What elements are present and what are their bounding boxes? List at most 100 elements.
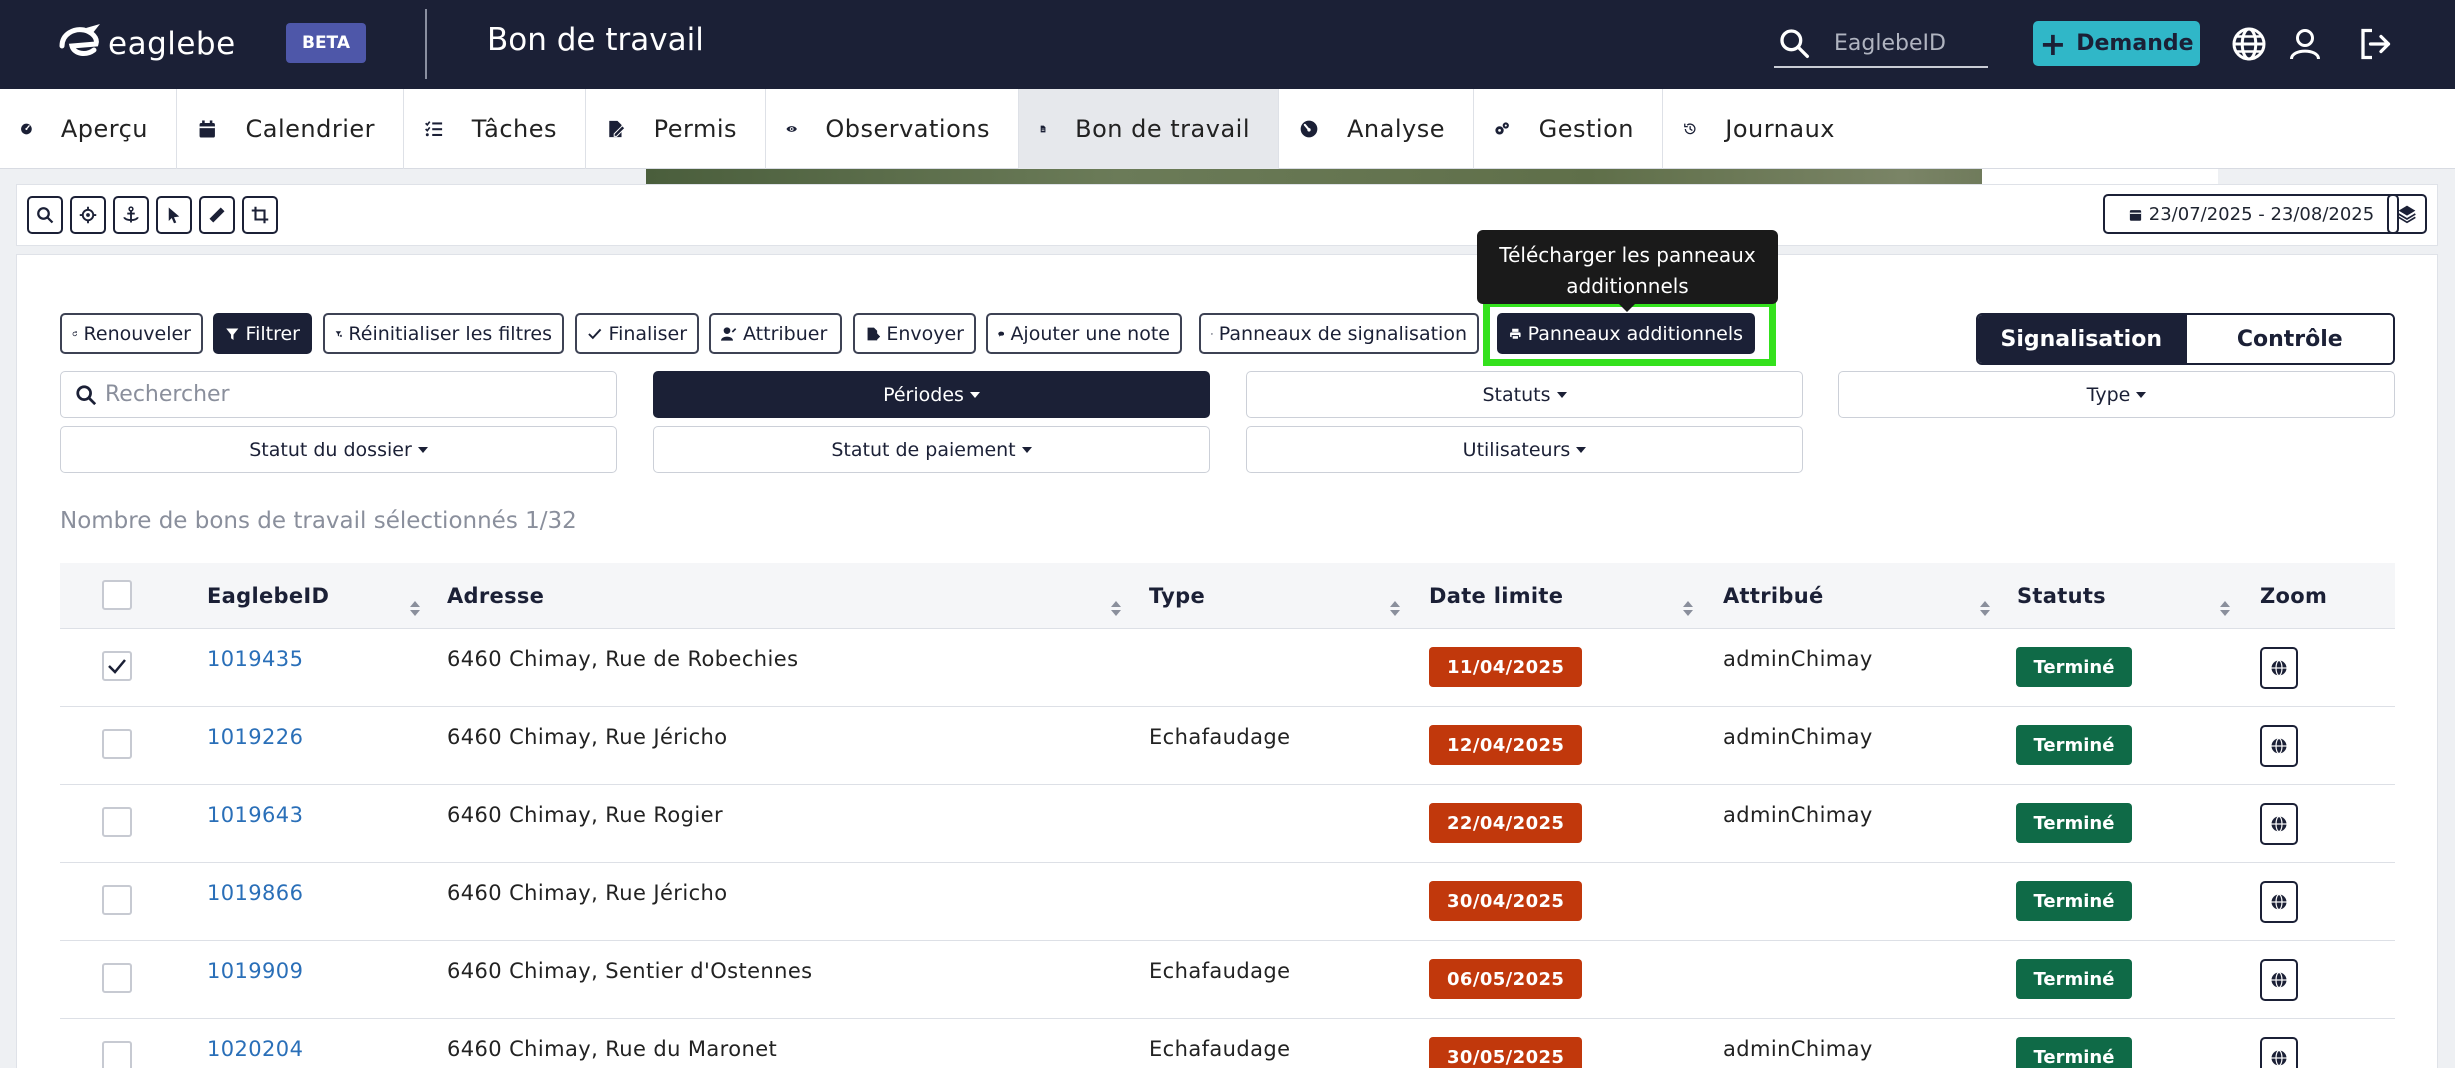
map-view[interactable] [646,169,2218,184]
layers-button[interactable] [2387,194,2427,234]
tab-journaux[interactable]: Journaux [1663,89,1863,169]
search-icon [1780,29,1809,58]
row-checkbox[interactable] [102,729,132,759]
adresse-cell: 6460 Chimay, Rue de Robechies [447,647,799,671]
sort-icon[interactable] [1390,601,1400,617]
zoom-button[interactable] [2260,959,2298,1001]
row-checkbox[interactable] [102,807,132,837]
header-eaglebe-id[interactable]: EaglebeID [207,563,329,629]
select-all-checkbox[interactable] [102,580,132,610]
table-row[interactable]: 1019643 6460 Chimay, Rue Rogier 22/04/2025… [60,785,2395,863]
ajouter-note-button[interactable]: Ajouter une note [986,313,1182,354]
zoom-button[interactable] [2260,803,2298,845]
zoom-button[interactable] [2260,725,2298,767]
zoom-button[interactable] [2260,647,2298,689]
utilisateurs-dropdown[interactable]: Utilisateurs [1246,426,1803,473]
header-attribue[interactable]: Attribué [1723,563,1824,629]
tasks-icon [425,121,443,137]
eaglebe-id-search[interactable]: EaglebeID [1774,20,1988,68]
search-input[interactable]: Rechercher [60,371,617,418]
eaglebe-id-link[interactable]: 1020204 [207,1037,303,1061]
tab-permis[interactable]: Permis [586,89,766,169]
eaglebe-id-link[interactable]: 1019435 [207,647,303,671]
table-row[interactable]: 1019435 6460 Chimay, Rue de Robechies 11/0… [60,629,2395,707]
date-range-picker[interactable]: 23/07/2025 - 23/08/2025 [2103,194,2399,234]
signalisation-toggle[interactable]: Signalisation [1978,315,2185,363]
eye-icon [786,126,797,132]
reinitialiser-filtres-button[interactable]: Réinitialiser les filtres [323,313,564,354]
eaglebe-id-link[interactable]: 1019909 [207,959,303,983]
renouveler-button[interactable]: Renouveler [60,313,203,354]
tab-apercu[interactable]: Aperçu [0,89,177,169]
statut-paiement-dropdown[interactable]: Statut de paiement [653,426,1210,473]
mode-toggle: Signalisation Contrôle [1976,313,2395,365]
header-type[interactable]: Type [1149,563,1205,629]
header-zoom: Zoom [2260,584,2328,608]
map-select-button[interactable] [156,196,192,234]
statuts-dropdown[interactable]: Statuts [1246,371,1803,418]
sort-icon[interactable] [1980,601,1990,617]
header-date-limite[interactable]: Date limite [1429,563,1563,629]
check-icon [108,659,126,674]
table-row[interactable]: 1020204 6460 Chimay, Rue du Maronet Echafa… [60,1019,2395,1068]
user-icon[interactable] [2287,26,2323,62]
table-row[interactable]: 1019226 6460 Chimay, Rue Jéricho Echafauda… [60,707,2395,785]
header-adresse[interactable]: Adresse [447,563,544,629]
map-search-button[interactable] [27,196,63,234]
filter-reset-icon [335,330,343,337]
row-checkbox[interactable] [102,1041,132,1068]
tab-analyse-label: Analyse [1347,115,1445,143]
map-crop-button[interactable] [242,196,278,234]
type-dropdown[interactable]: Type [1838,371,2395,418]
map-locate-button[interactable] [70,196,106,234]
statut-dossier-dropdown[interactable]: Statut du dossier [60,426,617,473]
filtrer-button[interactable]: Filtrer [213,313,312,354]
caret-down-icon [1576,446,1587,453]
tab-taches[interactable]: Tâches [404,89,586,169]
tab-apercu-label: Aperçu [60,115,148,143]
zoom-button[interactable] [2260,881,2298,923]
tab-analyse[interactable]: Analyse [1279,89,1474,169]
tab-calendrier[interactable]: Calendrier [177,89,404,169]
controle-toggle[interactable]: Contrôle [2184,315,2393,363]
row-checkbox[interactable] [102,651,132,681]
attribue-cell: adminChimay [1723,803,1873,827]
attribuer-button[interactable]: Attribuer [709,313,842,354]
sort-icon[interactable] [2220,601,2230,617]
filtrer-label: Filtrer [245,322,300,345]
map-measure-button[interactable] [199,196,235,234]
sort-icon[interactable] [1111,601,1121,617]
caret-down-icon [2136,391,2147,398]
sort-icon[interactable] [1683,601,1693,617]
globe-icon [2271,659,2287,677]
sort-icon[interactable] [410,601,420,617]
logout-icon[interactable] [2357,26,2393,62]
tab-bon-de-travail[interactable]: Bon de travail [1019,89,1279,169]
table-row[interactable]: 1019866 6460 Chimay, Rue Jéricho 30/04/202… [60,863,2395,941]
table-row[interactable]: 1019909 6460 Chimay, Sentier d'Ostennes Ec… [60,941,2395,1019]
finaliser-button[interactable]: Finaliser [575,313,699,354]
globe-icon[interactable] [2231,26,2267,62]
row-checkbox[interactable] [102,885,132,915]
eaglebe-logo[interactable]: eaglebe [56,24,236,64]
panneaux-signalisation-button[interactable]: Panneaux de signalisation [1199,313,1479,354]
tab-gestion[interactable]: Gestion [1474,89,1663,169]
zoom-button[interactable] [2260,1037,2298,1068]
date-limite-badge: 11/04/2025 [1429,647,1583,687]
tab-observations[interactable]: Observations [766,89,1019,169]
periodes-dropdown[interactable]: Périodes [653,371,1210,418]
envoyer-button[interactable]: Envoyer [853,313,976,354]
status-badge: Terminé [2016,725,2132,765]
row-checkbox[interactable] [102,963,132,993]
type-cell: Echafaudage [1149,725,1291,749]
search-icon [76,384,97,405]
header-statuts[interactable]: Statuts [2017,563,2106,629]
demande-button[interactable]: + Demande [2033,21,2200,66]
eaglebe-id-link[interactable]: 1019866 [207,881,303,905]
header-divider [425,9,427,79]
pointer-icon [168,207,180,224]
refresh-icon [72,330,77,336]
eaglebe-id-link[interactable]: 1019643 [207,803,303,827]
map-anchor-button[interactable] [113,196,149,234]
eaglebe-id-link[interactable]: 1019226 [207,725,303,749]
